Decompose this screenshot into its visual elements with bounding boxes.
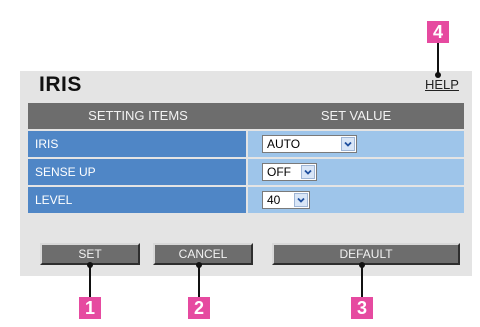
- callout-1: 1: [79, 297, 101, 319]
- setting-label-sense-up: SENSE UP: [28, 159, 246, 185]
- callout-4: 4: [427, 21, 449, 43]
- column-header-setting-items: SETTING ITEMS: [88, 108, 188, 123]
- callout-leader-4: [437, 43, 439, 75]
- iris-select-value: AUTO: [267, 137, 301, 151]
- table-row: LEVEL 40: [28, 187, 464, 213]
- setting-value-cell: OFF: [248, 159, 464, 185]
- chevron-down-icon[interactable]: [341, 137, 355, 151]
- column-header-set-value: SET VALUE: [320, 108, 392, 123]
- cancel-button[interactable]: CANCEL: [153, 243, 253, 265]
- setting-label-level: LEVEL: [28, 187, 246, 213]
- callout-2: 2: [188, 297, 210, 319]
- callout-leader-3: [361, 265, 363, 297]
- page-title: IRIS: [39, 73, 82, 96]
- table-row: SENSE UP OFF: [28, 159, 464, 185]
- sense-up-select-value: OFF: [267, 165, 291, 179]
- chevron-down-icon[interactable]: [301, 165, 315, 179]
- iris-select[interactable]: AUTO: [262, 135, 357, 153]
- sense-up-select[interactable]: OFF: [262, 163, 317, 181]
- callout-leader-2: [198, 265, 200, 297]
- setting-label-iris: IRIS: [28, 131, 246, 157]
- callout-3: 3: [351, 297, 373, 319]
- level-select-value: 40: [267, 193, 281, 207]
- setting-value-cell: AUTO: [248, 131, 464, 157]
- default-button[interactable]: DEFAULT: [272, 243, 460, 265]
- iris-settings-page: IRIS HELP SETTING ITEMS SET VALUE IRIS A…: [0, 0, 480, 327]
- callout-dot-4: [435, 72, 441, 78]
- help-link[interactable]: HELP: [425, 77, 459, 92]
- callout-leader-1: [89, 265, 91, 297]
- setting-value-cell: 40: [248, 187, 464, 213]
- table-row: IRIS AUTO: [28, 131, 464, 157]
- level-select[interactable]: 40: [262, 191, 310, 209]
- table-header: SETTING ITEMS SET VALUE: [28, 103, 464, 129]
- chevron-down-icon[interactable]: [294, 193, 308, 207]
